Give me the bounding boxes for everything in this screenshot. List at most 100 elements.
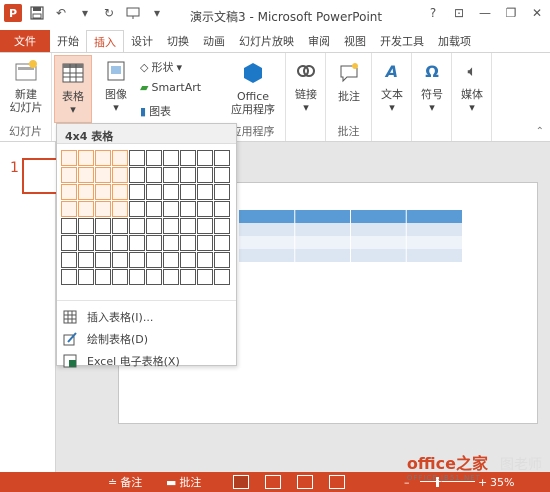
- grid-cell[interactable]: [95, 218, 111, 234]
- grid-cell[interactable]: [180, 269, 196, 285]
- shapes-button[interactable]: ◇ 形状 ▾: [140, 59, 182, 75]
- tab-addins[interactable]: 加载项: [431, 30, 478, 52]
- grid-cell[interactable]: [112, 252, 128, 268]
- grid-cell[interactable]: [61, 167, 77, 183]
- grid-cell[interactable]: [214, 167, 230, 183]
- image-button[interactable]: 图像 ▾: [98, 57, 134, 114]
- grid-cell[interactable]: [78, 269, 94, 285]
- grid-cell[interactable]: [95, 235, 111, 251]
- grid-cell[interactable]: [78, 201, 94, 217]
- grid-cell[interactable]: [129, 201, 145, 217]
- grid-cell[interactable]: [214, 218, 230, 234]
- grid-cell[interactable]: [180, 184, 196, 200]
- grid-cell[interactable]: [95, 150, 111, 166]
- symbol-button[interactable]: Ω 符号 ▾: [416, 57, 448, 114]
- restore-button[interactable]: ❐: [498, 0, 524, 26]
- grid-cell[interactable]: [180, 167, 196, 183]
- grid-cell[interactable]: [180, 218, 196, 234]
- tab-home[interactable]: 开始: [50, 30, 86, 52]
- grid-cell[interactable]: [129, 218, 145, 234]
- grid-cell[interactable]: [163, 252, 179, 268]
- grid-cell[interactable]: [180, 150, 196, 166]
- tab-review[interactable]: 审阅: [301, 30, 337, 52]
- tab-file[interactable]: 文件: [0, 30, 50, 52]
- start-from-beginning-icon[interactable]: [124, 4, 142, 22]
- grid-cell[interactable]: [214, 201, 230, 217]
- grid-cell[interactable]: [129, 252, 145, 268]
- text-button[interactable]: A 文本 ▾: [376, 57, 408, 114]
- grid-cell[interactable]: [214, 150, 230, 166]
- grid-cell[interactable]: [112, 235, 128, 251]
- notes-button[interactable]: ≐ 备注: [108, 474, 142, 490]
- comments-button[interactable]: ▬ 批注: [166, 474, 201, 490]
- grid-cell[interactable]: [146, 269, 162, 285]
- table-button[interactable]: 表格 ▾: [54, 55, 92, 123]
- grid-cell[interactable]: [61, 184, 77, 200]
- grid-cell[interactable]: [129, 235, 145, 251]
- grid-cell[interactable]: [197, 218, 213, 234]
- tab-insert[interactable]: 插入: [86, 30, 124, 53]
- grid-cell[interactable]: [78, 150, 94, 166]
- customize-qat-icon[interactable]: ▾: [148, 4, 166, 22]
- normal-view-button[interactable]: [233, 475, 249, 489]
- grid-cell[interactable]: [163, 201, 179, 217]
- grid-cell[interactable]: [214, 184, 230, 200]
- table-preview[interactable]: [239, 210, 462, 262]
- grid-cell[interactable]: [78, 184, 94, 200]
- grid-cell[interactable]: [163, 269, 179, 285]
- grid-cell[interactable]: [163, 167, 179, 183]
- slide-sorter-view-button[interactable]: [265, 475, 281, 489]
- grid-cell[interactable]: [129, 150, 145, 166]
- minimize-button[interactable]: —: [472, 0, 498, 26]
- grid-cell[interactable]: [180, 252, 196, 268]
- grid-cell[interactable]: [146, 252, 162, 268]
- tab-animations[interactable]: 动画: [196, 30, 232, 52]
- undo-icon[interactable]: ↶: [52, 4, 70, 22]
- grid-cell[interactable]: [197, 235, 213, 251]
- redo-icon[interactable]: ↻: [100, 4, 118, 22]
- grid-cell[interactable]: [146, 218, 162, 234]
- grid-cell[interactable]: [197, 150, 213, 166]
- table-size-grid[interactable]: [61, 148, 233, 298]
- grid-cell[interactable]: [214, 235, 230, 251]
- grid-cell[interactable]: [112, 167, 128, 183]
- chart-button[interactable]: ▮ 图表: [140, 103, 171, 119]
- grid-cell[interactable]: [214, 252, 230, 268]
- smartart-button[interactable]: ▰ SmartArt: [140, 81, 201, 94]
- tab-developer[interactable]: 开发工具: [373, 30, 431, 52]
- slide-thumbnail[interactable]: [22, 158, 56, 194]
- grid-cell[interactable]: [112, 150, 128, 166]
- save-icon[interactable]: [28, 4, 46, 22]
- grid-cell[interactable]: [214, 269, 230, 285]
- tab-design[interactable]: 设计: [124, 30, 160, 52]
- grid-cell[interactable]: [146, 167, 162, 183]
- tab-slideshow[interactable]: 幻灯片放映: [232, 30, 301, 52]
- grid-cell[interactable]: [78, 252, 94, 268]
- grid-cell[interactable]: [197, 184, 213, 200]
- grid-cell[interactable]: [129, 269, 145, 285]
- grid-cell[interactable]: [112, 269, 128, 285]
- grid-cell[interactable]: [95, 184, 111, 200]
- grid-cell[interactable]: [197, 269, 213, 285]
- insert-table-menu-item[interactable]: 插入表格(I)...: [57, 306, 236, 328]
- dropdown-arrow-icon[interactable]: ▾: [76, 4, 94, 22]
- grid-cell[interactable]: [112, 184, 128, 200]
- grid-cell[interactable]: [78, 218, 94, 234]
- link-button[interactable]: 链接 ▾: [290, 57, 322, 114]
- grid-cell[interactable]: [112, 218, 128, 234]
- grid-cell[interactable]: [163, 150, 179, 166]
- grid-cell[interactable]: [61, 218, 77, 234]
- grid-cell[interactable]: [180, 201, 196, 217]
- grid-cell[interactable]: [112, 201, 128, 217]
- help-button[interactable]: ?: [420, 0, 446, 26]
- new-slide-button[interactable]: 新建 幻灯片: [6, 57, 46, 114]
- zoom-level[interactable]: 35%: [490, 476, 514, 489]
- grid-cell[interactable]: [197, 167, 213, 183]
- ribbon-display-options-button[interactable]: ⊡: [446, 0, 472, 26]
- grid-cell[interactable]: [163, 218, 179, 234]
- grid-cell[interactable]: [95, 252, 111, 268]
- grid-cell[interactable]: [163, 184, 179, 200]
- tab-view[interactable]: 视图: [337, 30, 373, 52]
- slideshow-view-button[interactable]: [329, 475, 345, 489]
- grid-cell[interactable]: [197, 252, 213, 268]
